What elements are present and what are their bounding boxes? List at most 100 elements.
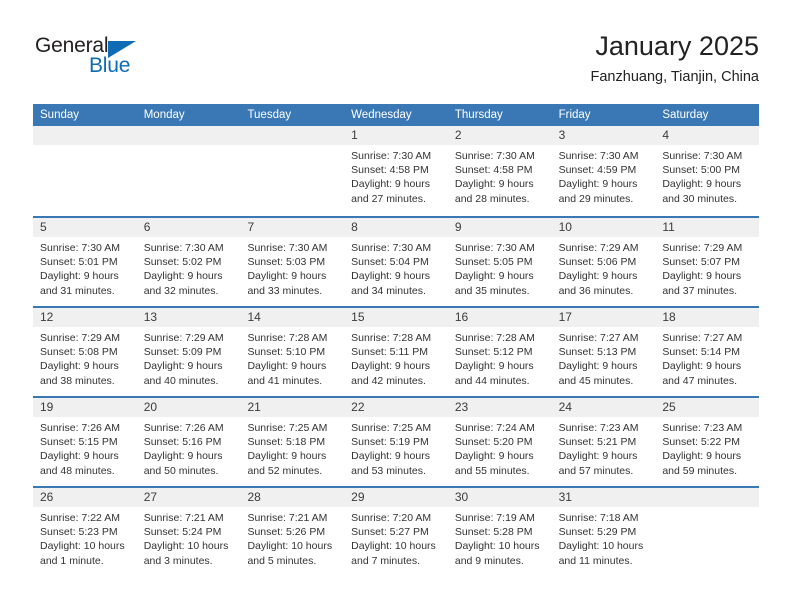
calendar-day-cell[interactable]: 13 Sunrise: 7:29 AM Sunset: 5:09 PM Dayligh… [136,308,241,396]
day-number-band: 30 [447,488,552,507]
day-details: Sunrise: 7:19 AM Sunset: 5:28 PM Daylight:… [448,507,552,568]
calendar-day-cell[interactable]: 12 Sunrise: 7:29 AM Sunset: 5:08 PM Dayligh… [33,308,137,396]
calendar-day-cell[interactable]: 8 Sunrise: 7:30 AM Sunset: 5:04 PM Daylight… [344,218,448,306]
calendar-day-cell[interactable]: 26 Sunrise: 7:22 AM Sunset: 5:23 PM Dayligh… [33,488,137,576]
day-number: 26 [40,490,54,504]
day-number: 27 [143,490,158,504]
day-number-band: 6 [136,218,241,237]
day-details: Sunrise: 7:25 AM Sunset: 5:19 PM Daylight:… [344,417,448,478]
calendar-day-cell[interactable]: 16 Sunrise: 7:28 AM Sunset: 5:12 PM Dayligh… [447,308,552,396]
day-number: 16 [454,310,469,324]
sunrise-time: Sunrise: 7:20 AM [351,512,432,524]
sunset-time: Sunset: 5:03 PM [247,256,326,269]
calendar-day-cell[interactable]: 6 Sunrise: 7:30 AM Sunset: 5:02 PM Daylight… [136,218,241,306]
calendar-week-row: 1 Sunrise: 7:30 AM Sunset: 4:58 PM Daylight… [33,126,760,216]
sunset-time: Sunset: 5:27 PM [351,526,429,539]
daylight-duration-line1: Daylight: 9 hours [454,178,534,191]
daylight-duration-line1: Daylight: 9 hours [40,360,119,373]
sunset-time: Sunset: 5:23 PM [40,526,118,539]
day-number: 13 [143,310,158,324]
weekday-header-thursday: Thursday [454,109,503,121]
calendar-day-cell[interactable]: 7 Sunrise: 7:30 AM Sunset: 5:03 PM Daylight… [240,218,345,306]
day-details: Sunrise: 7:25 AM Sunset: 5:18 PM Daylight:… [240,417,344,478]
day-number: 5 [40,220,47,234]
weekday-header-friday: Friday [558,109,591,121]
calendar-day-cell[interactable]: 4 Sunrise: 7:30 AM Sunset: 5:00 PM Daylight… [655,126,760,216]
day-details: Sunrise: 7:28 AM Sunset: 5:10 PM Daylight:… [240,327,344,388]
day-number-band: 11 [655,218,760,237]
daylight-duration-line1: Daylight: 10 hours [351,540,436,553]
sunset-time: Sunset: 5:12 PM [454,346,533,359]
day-details: Sunrise: 7:30 AM Sunset: 5:03 PM Daylight:… [240,237,344,298]
day-number: 18 [662,310,676,324]
day-number-band: 26 [33,488,137,507]
sunset-time: Sunset: 5:22 PM [662,436,740,449]
sunrise-time: Sunrise: 7:27 AM [558,332,639,344]
sunrise-time: Sunrise: 7:21 AM [143,512,224,524]
calendar-day-cell[interactable]: 19 Sunrise: 7:26 AM Sunset: 5:15 PM Dayligh… [33,398,137,486]
daylight-duration-line2: and 52 minutes. [247,464,323,477]
sunset-time: Sunset: 5:24 PM [143,526,222,539]
daylight-duration-line2: and 44 minutes. [454,374,530,387]
calendar-day-cell[interactable]: 15 Sunrise: 7:28 AM Sunset: 5:11 PM Dayligh… [344,308,448,396]
calendar-day-cell[interactable]: 31 Sunrise: 7:18 AM Sunset: 5:29 PM Dayligh… [551,488,656,576]
calendar-day-cell[interactable]: 14 Sunrise: 7:28 AM Sunset: 5:10 PM Dayligh… [240,308,345,396]
calendar-day-cell[interactable]: 27 Sunrise: 7:21 AM Sunset: 5:24 PM Dayligh… [136,488,241,576]
day-number-band: 19 [33,398,137,417]
daylight-duration-line2: and 3 minutes. [143,554,213,567]
calendar-day-cell[interactable]: 1 Sunrise: 7:30 AM Sunset: 4:58 PM Daylight… [344,126,448,216]
sunrise-time: Sunrise: 7:30 AM [558,150,639,162]
calendar-day-cell[interactable]: 23 Sunrise: 7:24 AM Sunset: 5:20 PM Dayligh… [447,398,552,486]
calendar-day-cell[interactable]: 5 Sunrise: 7:30 AM Sunset: 5:01 PM Daylight… [33,218,137,306]
calendar-day-cell[interactable]: 30 Sunrise: 7:19 AM Sunset: 5:28 PM Dayligh… [447,488,552,576]
weekday-header-sunday: Sunday [40,109,80,121]
day-number: 14 [247,310,261,324]
daylight-duration-line1: Daylight: 9 hours [558,360,638,373]
calendar-day-cell[interactable]: 25 Sunrise: 7:23 AM Sunset: 5:22 PM Dayligh… [655,398,760,486]
calendar-weeks: 1 Sunrise: 7:30 AM Sunset: 4:58 PM Daylight… [33,126,760,576]
day-details: Sunrise: 7:29 AM Sunset: 5:07 PM Daylight:… [655,237,759,298]
daylight-duration-line1: Daylight: 9 hours [558,178,638,191]
calendar-day-cell[interactable]: 20 Sunrise: 7:26 AM Sunset: 5:16 PM Dayligh… [136,398,241,486]
calendar-day-cell[interactable]: 2 Sunrise: 7:30 AM Sunset: 4:58 PM Daylight… [447,126,552,216]
calendar-day-cell[interactable]: 24 Sunrise: 7:23 AM Sunset: 5:21 PM Dayligh… [551,398,656,486]
day-number-band: 4 [655,126,760,145]
daylight-duration-line1: Daylight: 9 hours [454,270,534,283]
sunrise-time: Sunrise: 7:25 AM [351,422,432,434]
calendar-day-cell[interactable]: 9 Sunrise: 7:30 AM Sunset: 5:05 PM Daylight… [447,218,552,306]
day-number: 12 [40,310,54,324]
calendar-day-cell[interactable]: 22 Sunrise: 7:25 AM Sunset: 5:19 PM Dayligh… [344,398,448,486]
calendar-day-cell[interactable]: 21 Sunrise: 7:25 AM Sunset: 5:18 PM Dayligh… [240,398,345,486]
daylight-duration-line2: and 7 minutes. [351,554,421,567]
sunrise-time: Sunrise: 7:30 AM [143,242,224,254]
day-details: Sunrise: 7:21 AM Sunset: 5:26 PM Daylight:… [240,507,344,568]
sunrise-time: Sunrise: 7:24 AM [454,422,535,434]
day-number-band: 7 [240,218,345,237]
day-details: Sunrise: 7:27 AM Sunset: 5:14 PM Daylight:… [655,327,759,388]
daylight-duration-line2: and 5 minutes. [247,554,317,567]
sunset-time: Sunset: 5:18 PM [247,436,326,449]
day-number-band: 17 [551,308,656,327]
sunrise-time: Sunrise: 7:27 AM [662,332,743,344]
calendar-day-cell[interactable]: 3 Sunrise: 7:30 AM Sunset: 4:59 PM Daylight… [551,126,656,216]
calendar-week-row: 19 Sunrise: 7:26 AM Sunset: 5:15 PM Dayligh… [33,396,760,486]
sunrise-time: Sunrise: 7:30 AM [247,242,328,254]
sunset-time: Sunset: 5:13 PM [558,346,637,359]
daylight-duration-line2: and 37 minutes. [662,284,738,297]
daylight-duration-line1: Daylight: 10 hours [40,540,125,553]
day-details: Sunrise: 7:26 AM Sunset: 5:16 PM Daylight:… [137,417,241,478]
calendar-day-cell[interactable]: 18 Sunrise: 7:27 AM Sunset: 5:14 PM Dayligh… [655,308,760,396]
calendar-day-cell[interactable]: 17 Sunrise: 7:27 AM Sunset: 5:13 PM Dayligh… [551,308,656,396]
general-blue-logo[interactable]: General Blue [33,34,163,86]
calendar-day-cell[interactable]: 11 Sunrise: 7:29 AM Sunset: 5:07 PM Dayligh… [655,218,760,306]
sunrise-time: Sunrise: 7:21 AM [247,512,328,524]
calendar-day-cell[interactable]: 29 Sunrise: 7:20 AM Sunset: 5:27 PM Dayligh… [344,488,448,576]
sunset-time: Sunset: 4:58 PM [454,164,533,177]
daylight-duration-line1: Daylight: 9 hours [247,270,327,283]
sunset-time: Sunset: 5:21 PM [558,436,637,449]
calendar-day-cell[interactable]: 28 Sunrise: 7:21 AM Sunset: 5:26 PM Dayligh… [240,488,345,576]
calendar-day-cell[interactable]: 10 Sunrise: 7:29 AM Sunset: 5:06 PM Dayligh… [551,218,656,306]
sunrise-time: Sunrise: 7:28 AM [454,332,535,344]
day-number-band: 20 [136,398,241,417]
sunrise-time: Sunrise: 7:26 AM [40,422,120,434]
